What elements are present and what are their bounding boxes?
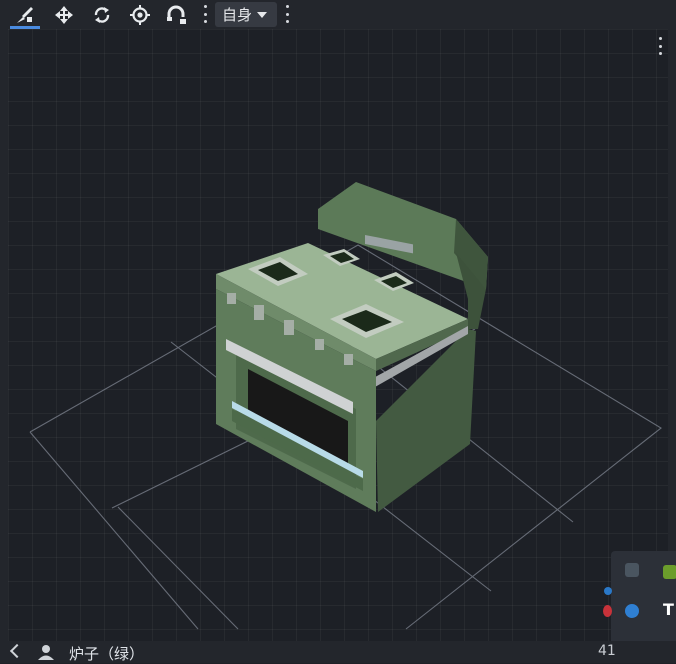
object-person-icon (38, 645, 54, 660)
select-tool-button[interactable] (10, 0, 40, 29)
toolbar-more-button[interactable] (202, 5, 208, 23)
pivot-tool-button[interactable] (125, 0, 155, 29)
selected-object-label: 炉子（绿） (69, 645, 145, 663)
move-tool-button[interactable] (49, 0, 79, 29)
rotate-tool-button[interactable] (87, 0, 117, 29)
status-count: 41 (598, 643, 616, 659)
app-circle-icon[interactable] (625, 604, 639, 618)
tray-label: T (663, 600, 674, 619)
viewport-more-button[interactable] (657, 37, 663, 55)
snap-tool-button[interactable] (162, 0, 192, 29)
viewport-toolbar: 自身 (0, 0, 676, 29)
move-icon (55, 5, 73, 24)
select-brush-icon (17, 6, 33, 23)
snap-magnet-icon (167, 5, 186, 24)
stove-model (216, 182, 488, 512)
chevron-down-icon (257, 11, 268, 18)
3d-viewport[interactable] (8, 29, 668, 641)
rotate-icon (94, 6, 110, 23)
side-tray-panel: T (611, 551, 676, 657)
status-bar: 炉子（绿） 41 (0, 641, 676, 663)
notification-dot-red (603, 605, 612, 617)
left-gutter (0, 29, 8, 641)
nvidia-icon[interactable] (663, 565, 676, 579)
target-icon (130, 4, 150, 25)
toolbar-more-button-2[interactable] (284, 5, 290, 23)
monitor-app-icon[interactable] (625, 563, 639, 577)
notification-dot-blue (604, 587, 612, 595)
scene-render (29, 182, 662, 630)
transform-space-label: 自身 (222, 6, 253, 24)
back-chevron-icon[interactable] (9, 643, 25, 659)
transform-space-select[interactable]: 自身 (215, 2, 277, 27)
right-gutter (668, 29, 676, 641)
